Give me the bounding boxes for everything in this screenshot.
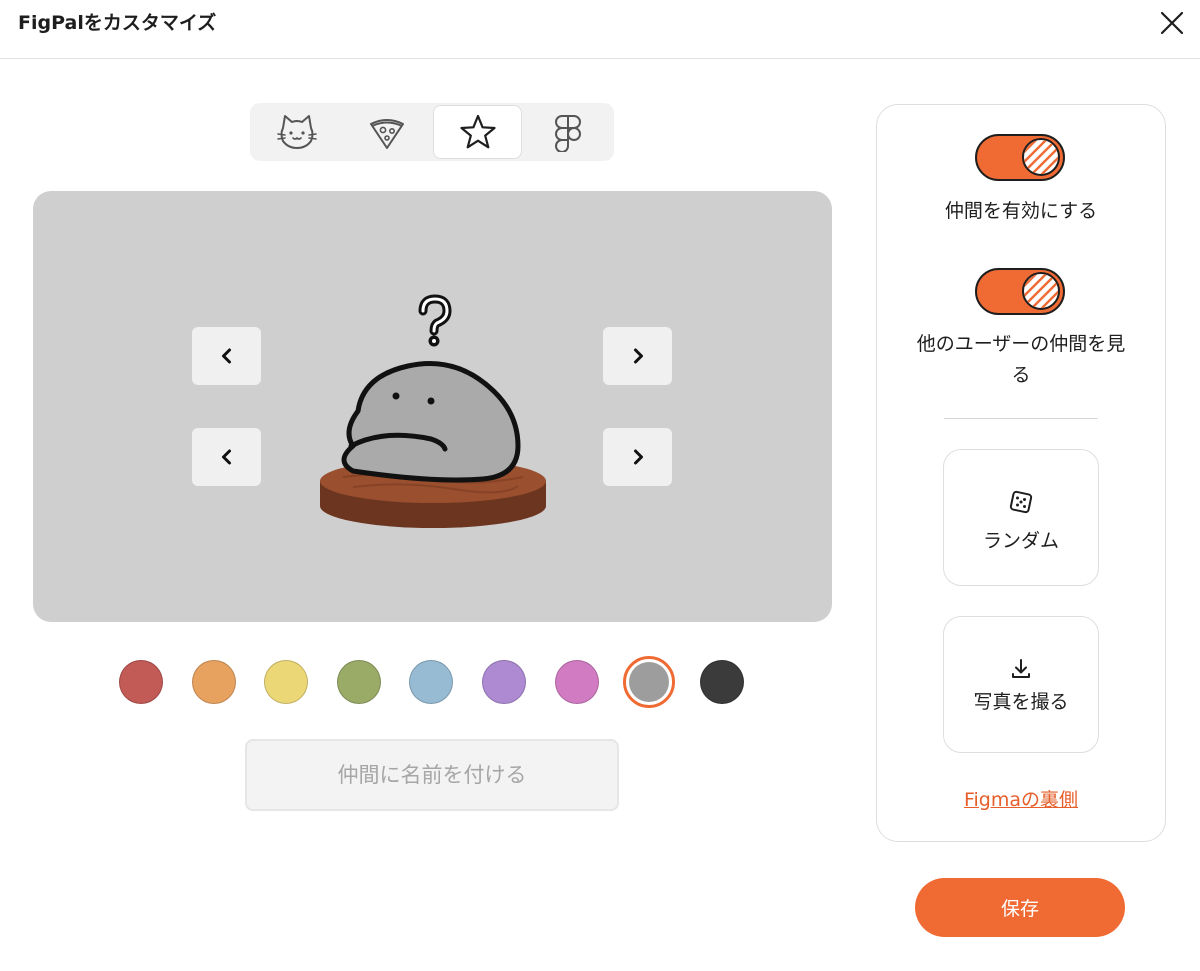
tab-figma[interactable] bbox=[523, 105, 612, 159]
chevron-right-icon bbox=[633, 449, 643, 465]
color-swatch-yellow[interactable] bbox=[264, 660, 308, 704]
download-icon bbox=[1012, 659, 1030, 678]
cat-icon bbox=[276, 115, 317, 149]
behind-figma-link[interactable]: Figmaの裏側 bbox=[877, 785, 1165, 812]
save-button[interactable]: 保存 bbox=[915, 878, 1125, 937]
preview-stage bbox=[33, 191, 832, 622]
chevron-right-icon bbox=[633, 348, 643, 364]
next-bottom-button[interactable] bbox=[603, 428, 672, 486]
question-mark-icon bbox=[418, 294, 452, 347]
color-swatch-red[interactable] bbox=[119, 660, 163, 704]
figma-icon bbox=[554, 115, 581, 152]
color-swatch-green[interactable] bbox=[337, 660, 381, 704]
random-button[interactable]: ランダム bbox=[943, 449, 1099, 586]
rock-character bbox=[320, 294, 546, 528]
take-photo-button[interactable]: 写真を撮る bbox=[943, 616, 1099, 753]
color-swatch-orange[interactable] bbox=[192, 660, 236, 704]
enable-pals-toggle[interactable] bbox=[975, 134, 1065, 181]
category-tabs bbox=[250, 103, 614, 161]
show-others-label-line2: る bbox=[1011, 364, 1031, 386]
chevron-left-icon bbox=[221, 348, 231, 364]
color-swatches bbox=[118, 656, 748, 708]
show-others-label-line1: 他のユーザーの仲間を見 bbox=[916, 333, 1126, 355]
dialog-header: FigPalをカスタマイズ bbox=[0, 0, 1200, 59]
color-swatch-purple[interactable] bbox=[482, 660, 526, 704]
settings-panel: 仲間を有効にする 他のユーザーの仲間を見 る ランダム 写真を撮る Figmaの… bbox=[876, 104, 1166, 842]
pal-name-input[interactable] bbox=[245, 739, 619, 811]
dice-icon bbox=[1009, 490, 1033, 514]
tab-cat[interactable] bbox=[252, 105, 341, 159]
tab-star[interactable] bbox=[433, 105, 522, 159]
panel-divider bbox=[944, 418, 1098, 419]
close-icon[interactable] bbox=[1158, 9, 1186, 37]
take-photo-label: 写真を撮る bbox=[973, 691, 1069, 713]
dialog-title: FigPalをカスタマイズ bbox=[18, 12, 217, 34]
pizza-icon bbox=[369, 119, 404, 149]
color-swatch-gray[interactable] bbox=[623, 656, 675, 708]
tab-pizza[interactable] bbox=[342, 105, 431, 159]
show-others-label: 他のユーザーの仲間を見 る bbox=[891, 329, 1151, 391]
prev-bottom-button[interactable] bbox=[192, 428, 261, 486]
show-others-toggle[interactable] bbox=[975, 268, 1065, 315]
enable-pals-label: 仲間を有効にする bbox=[944, 200, 1098, 222]
next-top-button[interactable] bbox=[603, 327, 672, 385]
random-label: ランダム bbox=[982, 530, 1059, 552]
toggle-knob bbox=[1022, 272, 1060, 310]
prev-top-button[interactable] bbox=[192, 327, 261, 385]
color-swatch-black[interactable] bbox=[700, 660, 744, 704]
star-icon bbox=[459, 114, 496, 149]
toggle-knob bbox=[1022, 138, 1060, 176]
color-swatch-pink[interactable] bbox=[555, 660, 599, 704]
color-swatch-blue[interactable] bbox=[409, 660, 453, 704]
chevron-left-icon bbox=[221, 449, 231, 465]
